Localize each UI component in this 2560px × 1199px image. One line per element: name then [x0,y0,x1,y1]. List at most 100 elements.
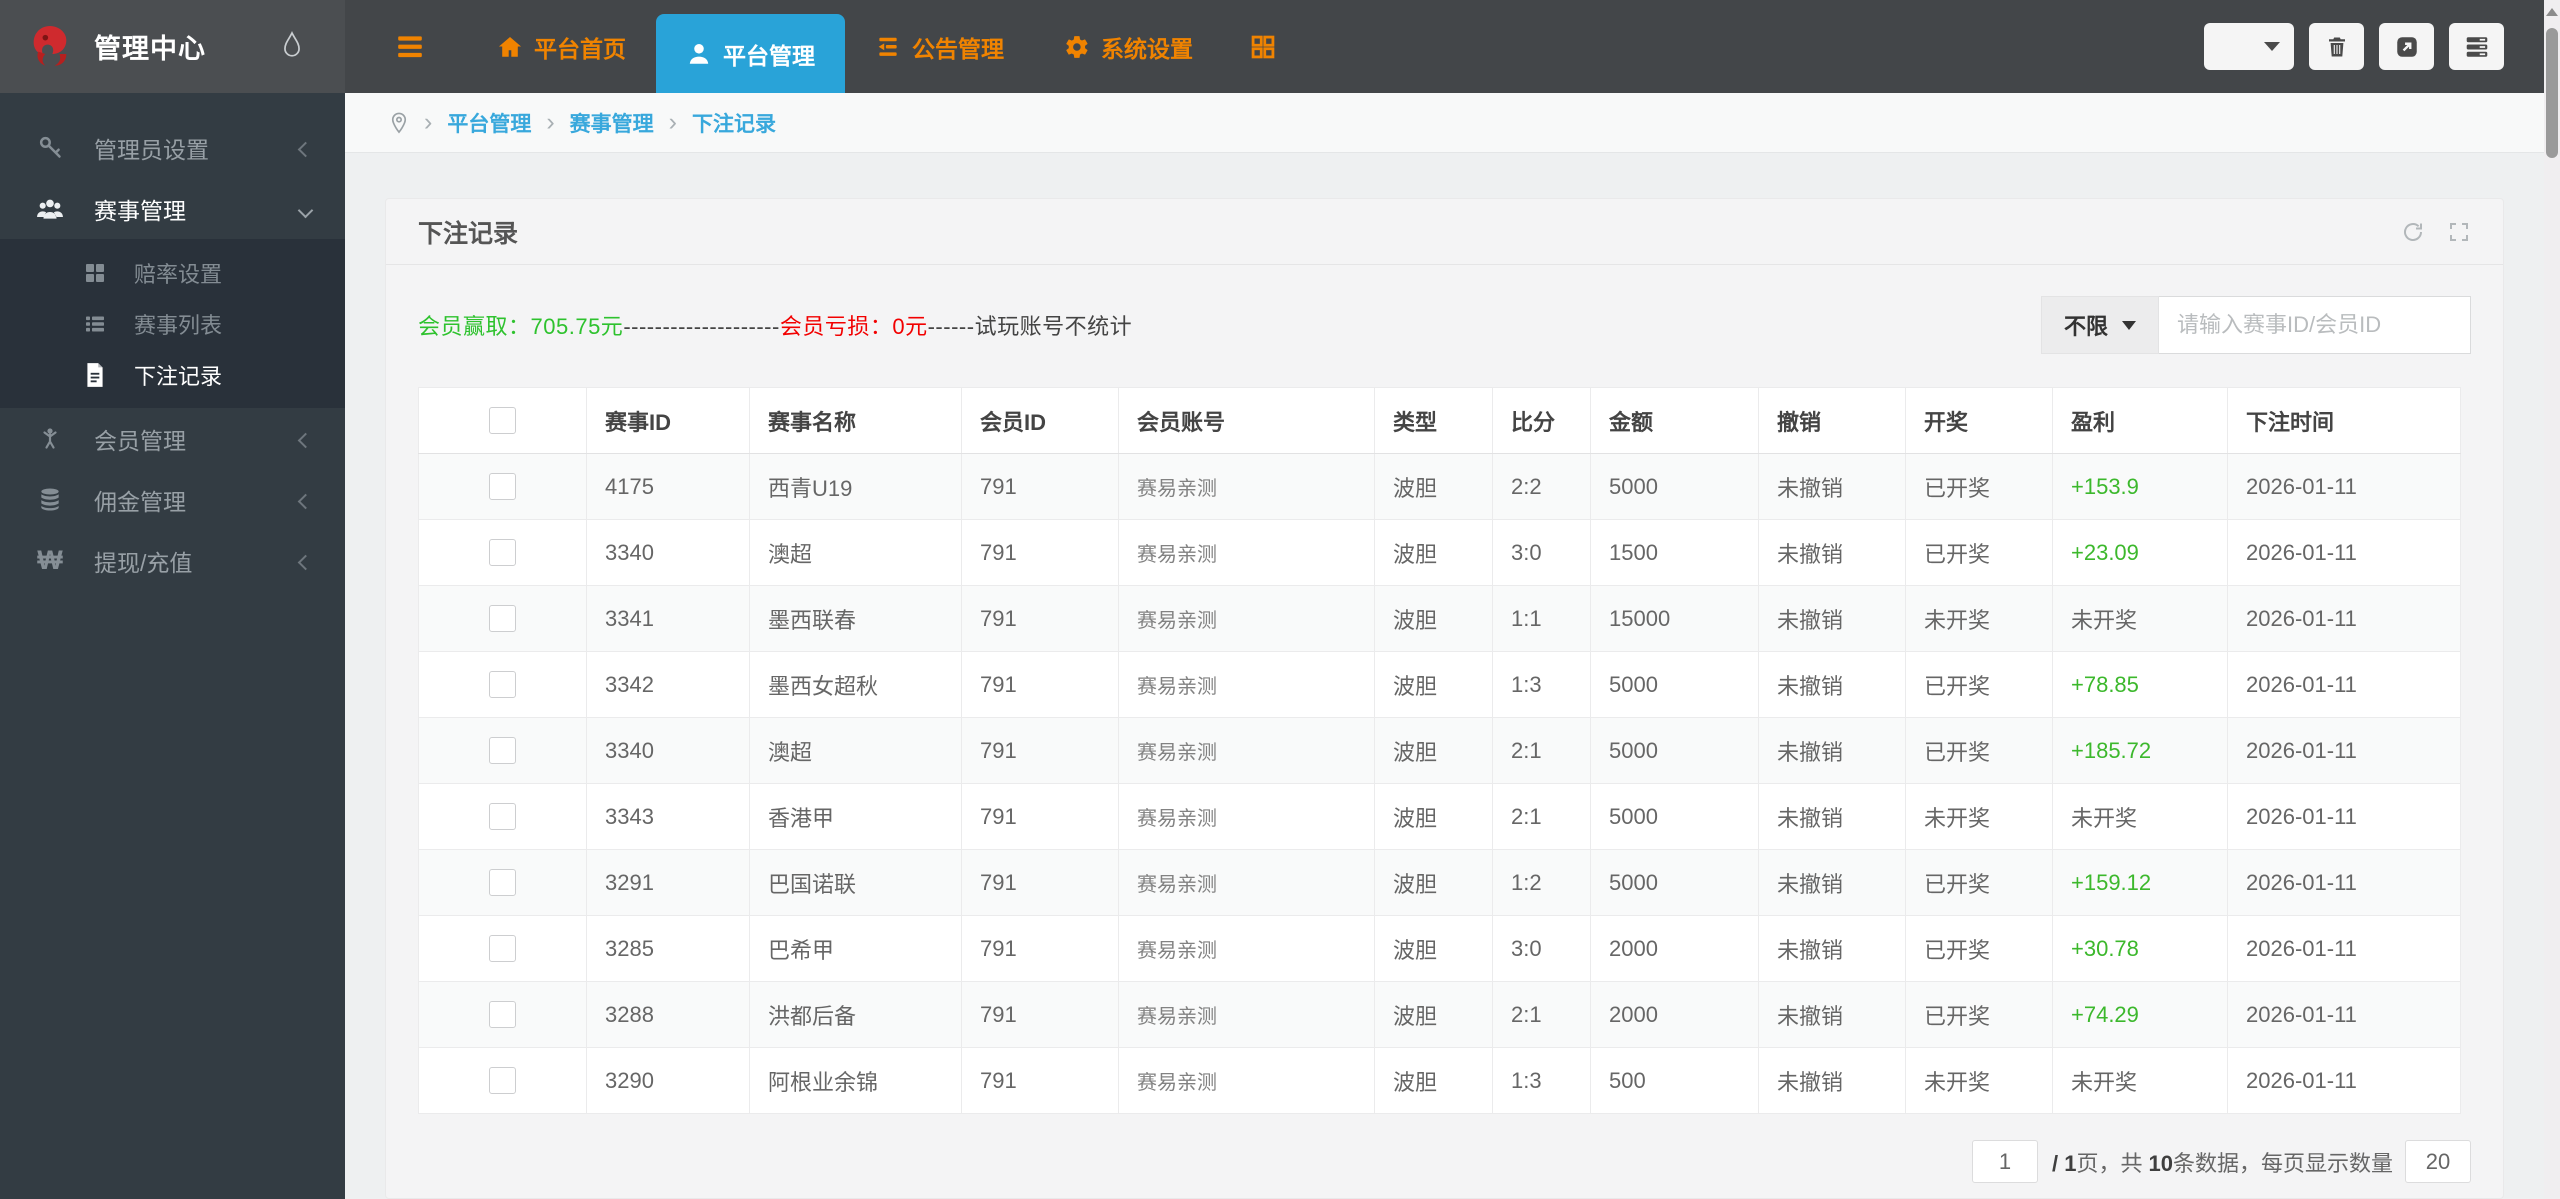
table-cell: 3340 [586,717,750,784]
row-checkbox[interactable] [489,1001,516,1028]
nav-platform-home[interactable]: 平台首页 [467,0,656,93]
sidebar-item-odds-settings[interactable]: 赔率设置 [0,247,345,298]
table-cell: 2:1 [1492,717,1591,784]
table-cell: 2026-01-11 [2227,783,2461,850]
member-loss-value: 0元 [892,314,928,339]
table-cell: 2000 [1590,981,1759,1048]
nav-system-settings[interactable]: 系统设置 [1034,0,1223,93]
filter-controls: 不限 [2040,296,2471,354]
table-cell: 澳超 [749,519,962,586]
topbar-actions [2204,0,2544,93]
table-cell: 791 [961,651,1119,718]
search-input[interactable] [2159,296,2471,354]
row-checkbox[interactable] [489,671,516,698]
breadcrumb-link-bet-records[interactable]: 下注记录 [692,108,776,138]
table-cell: 2026-01-11 [2227,453,2461,520]
panel-body: 会员赢取：705.75元--------------------会员亏损：0元-… [386,265,2503,1183]
scroll-up-arrow[interactable] [2546,8,2558,16]
apps-grid-icon[interactable] [1223,0,1285,93]
app-title: 管理中心 [94,34,206,64]
table-cell: 已开奖 [1905,453,2053,520]
table-cell: 1500 [1590,519,1759,586]
sidebar-item-match-manage[interactable]: 赛事管理 [0,178,345,239]
per-page-input[interactable] [2405,1140,2471,1183]
sidebar-item-label: 赛事管理 [94,197,186,224]
stats-line: 会员赢取：705.75元--------------------会员亏损：0元-… [418,309,1132,341]
logo [22,19,78,75]
page-number-input[interactable] [1972,1140,2039,1183]
table-cell: 3291 [586,849,750,916]
table-cell: 已开奖 [1905,915,2053,982]
brand-area: 管理中心 [0,0,345,93]
table-cell: 未开奖 [1905,783,2053,850]
records-table-wrap: 赛事ID 赛事名称 会员ID 会员账号 类型 比分 金额 撤销 开奖 盈利 下注时间 4175 西青U… [418,387,2471,1114]
table-cell: 赛易亲测 [1118,1047,1375,1114]
table-cell: 791 [961,849,1119,916]
table-cell: 15000 [1590,585,1759,652]
table-cell: 2026-01-11 [2227,651,2461,718]
table-cell [418,915,587,982]
type-filter-dropdown[interactable]: 不限 [2040,296,2159,354]
select-all-checkbox[interactable] [489,407,516,434]
topbar-dropdown[interactable] [2204,23,2294,70]
table-cell: 791 [961,519,1119,586]
header-cell: 会员ID [961,387,1119,454]
row-checkbox[interactable] [489,605,516,632]
table-cell: 波胆 [1374,915,1493,982]
users-icon [32,195,68,222]
sidebar-item-label: 会员管理 [94,427,186,454]
row-checkbox[interactable] [489,935,516,962]
table-cell [418,783,587,850]
nav-platform-manage[interactable]: 平台管理 [656,14,845,93]
breadcrumb: › 平台管理 › 赛事管理 › 下注记录 [345,93,2544,153]
row-checkbox[interactable] [489,869,516,896]
chevron-left-icon [297,432,314,449]
sidebar-item-admin-settings[interactable]: 管理员设置 [0,117,345,178]
refresh-icon[interactable] [2401,220,2425,244]
sidebar-item-bet-records[interactable]: 下注记录 [0,349,345,400]
header-cell: 下注时间 [2227,387,2461,454]
table-cell: 2026-01-11 [2227,981,2461,1048]
nav-announcement-manage[interactable]: 公告管理 [845,0,1034,93]
breadcrumb-link-platform[interactable]: 平台管理 [447,108,531,138]
server-button[interactable] [2449,23,2504,70]
pagination: / 1页，共10条数据，每页显示数量 [418,1140,2471,1183]
sidebar-item-member-manage[interactable]: 会员管理 [0,408,345,469]
window-scrollbar[interactable] [2544,0,2560,1199]
sidebar-item-match-list[interactable]: 赛事列表 [0,298,345,349]
table-cell: +23.09 [2052,519,2228,586]
table-cell: 未开奖 [2052,585,2228,652]
breadcrumb-separator: › [424,108,433,136]
table-cell [418,519,587,586]
scrollbar-thumb[interactable] [2546,28,2558,158]
trash-button[interactable] [2309,23,2364,70]
breadcrumb-link-match[interactable]: 赛事管理 [570,108,654,138]
table-cell: 巴希甲 [749,915,962,982]
row-checkbox[interactable] [489,1067,516,1094]
row-checkbox[interactable] [489,803,516,830]
announcement-icon [875,34,901,60]
sidebar-item-withdraw-deposit[interactable]: ₩ 提现/充值 [0,530,345,591]
table-cell [418,651,587,718]
table-cell: 未撤销 [1758,717,1906,784]
droplet-icon[interactable] [279,30,305,67]
nav-label: 平台管理 [723,42,815,69]
table-row: 3291 巴国诺联 791 赛易亲测 波胆 1:2 5000 未撤销 已开奖 +159.12 202… [418,849,2461,916]
hamburger-icon[interactable] [345,0,467,93]
row-checkbox[interactable] [489,473,516,500]
header-cell: 赛事名称 [749,387,962,454]
header-row: 赛事ID 赛事名称 会员ID 会员账号 类型 比分 金额 撤销 开奖 盈利 下注时间 [418,387,2461,454]
row-checkbox[interactable] [489,737,516,764]
table-cell: 未撤销 [1758,1047,1906,1114]
row-checkbox[interactable] [489,539,516,566]
table-cell: +74.29 [2052,981,2228,1048]
server-icon [2466,36,2487,57]
table-cell: 赛易亲测 [1118,585,1375,652]
sidebar-item-label: 提现/充值 [94,549,193,576]
sidebar-item-commission-manage[interactable]: 佣金管理 [0,469,345,530]
table-cell: 未撤销 [1758,849,1906,916]
table-cell: 2026-01-11 [2227,1047,2461,1114]
open-external-button[interactable] [2379,23,2434,70]
expand-icon[interactable] [2447,220,2471,244]
header-cell: 比分 [1492,387,1591,454]
